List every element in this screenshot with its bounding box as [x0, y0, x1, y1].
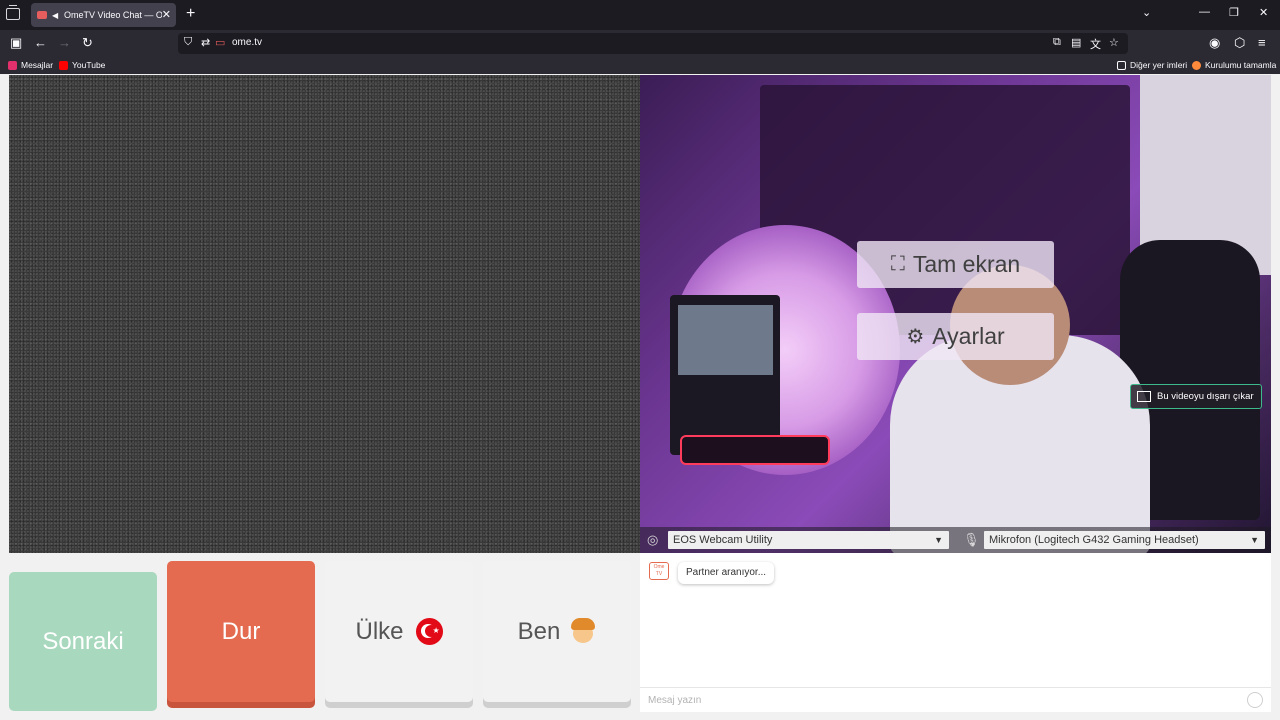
chevron-down-icon: ▼	[1250, 535, 1259, 545]
popout-video-button[interactable]: Bu videoyu dışarı çıkar	[1130, 384, 1262, 409]
youtube-icon	[59, 60, 68, 70]
close-window-icon[interactable]: ✕	[1259, 6, 1268, 19]
complete-setup[interactable]: Kurulumu tamamla	[1192, 60, 1276, 70]
extensions-icon[interactable]: ⬡	[1234, 35, 1245, 51]
boy-avatar-icon	[570, 617, 596, 646]
chevron-down-icon[interactable]: ⌄	[1142, 6, 1151, 19]
url-text: ome.tv	[232, 37, 263, 48]
camera-select[interactable]: EOS Webcam Utility ▼	[668, 531, 949, 549]
gear-icon: ⚙	[906, 326, 925, 348]
partner-video	[9, 75, 640, 553]
reload-icon[interactable]: ↻	[82, 35, 93, 51]
bookmark-label: YouTube	[72, 60, 106, 70]
menu-icon[interactable]: ≡	[1258, 35, 1266, 50]
country-label: Ülke	[355, 617, 404, 645]
bookmark-label: Diğer yer imleri	[1130, 60, 1188, 70]
webcam-icon: ◎	[647, 532, 659, 547]
status-message: Partner aranıyor...	[678, 562, 775, 584]
tab-title: OmeTV Video Chat — Ome	[64, 10, 162, 20]
microphone-select[interactable]: Mikrofon (Logitech G432 Gaming Headset) …	[984, 531, 1265, 549]
bookmarks-bar: Mesajlar YouTube Diğer yer imleri Kurulu…	[0, 57, 1280, 74]
settings-label: Ayarlar	[932, 323, 1005, 349]
settings-button[interactable]: ⚙ Ayarlar	[857, 313, 1054, 360]
device-bar: ◎ EOS Webcam Utility ▼ 🎙 Mikrofon (Logit…	[640, 527, 1271, 553]
microphone-icon: 🎙	[963, 532, 980, 547]
fullscreen-icon: ⛶	[890, 253, 905, 275]
back-arrow-icon[interactable]: ←	[34, 35, 47, 50]
sidebar-icon[interactable]: ▣	[10, 35, 22, 51]
mic-device-label: Mikrofon (Logitech G432 Gaming Headset)	[989, 534, 1199, 546]
ometv-favicon-icon	[37, 11, 47, 19]
stop-button[interactable]: Dur	[167, 561, 315, 702]
popout-label: Bu videoyu dışarı çıkar	[1157, 391, 1254, 402]
other-bookmarks[interactable]: Diğer yer imleri	[1117, 60, 1187, 70]
minimize-icon[interactable]: —	[1199, 6, 1210, 18]
forward-arrow-icon[interactable]: →	[58, 35, 71, 50]
close-tab-icon[interactable]: ✕	[162, 8, 171, 21]
tab-list-icon[interactable]	[6, 5, 20, 20]
me-button[interactable]: Ben	[483, 561, 631, 702]
message-input[interactable]: Mesaj yazın	[640, 687, 1271, 712]
picture-in-picture-icon[interactable]: ⧉	[1053, 36, 1061, 49]
turkey-flag-icon: ★	[415, 618, 443, 645]
firefox-icon	[1192, 60, 1201, 70]
nav-bar: ▣ ← → ↻ ⛉ ⇄ ▭ ome.tv ⧉ ▤ 文 ☆ ◉ ⬡ ≡	[0, 30, 1280, 57]
next-label: Sonraki	[42, 627, 124, 655]
fullscreen-label: Tam ekran	[912, 251, 1021, 277]
popout-icon	[1137, 391, 1151, 402]
bookmark-mesajlar[interactable]: Mesajlar	[8, 60, 53, 70]
next-button[interactable]: Sonraki	[9, 572, 157, 711]
fullscreen-button[interactable]: ⛶ Tam ekran	[857, 241, 1054, 288]
bookmark-label: Kurulumu tamamla	[1205, 60, 1277, 70]
ometv-page: ⛶ Tam ekran ⚙ Ayarlar Bu videoyu dışarı …	[0, 74, 1280, 720]
new-tab-icon[interactable]: +	[186, 5, 195, 23]
ometv-logo: Ome TV	[649, 562, 669, 580]
bookmark-youtube[interactable]: YouTube	[59, 60, 105, 70]
country-button[interactable]: Ülke ★	[325, 561, 473, 702]
bookmark-label: Mesajlar	[21, 60, 54, 70]
instagram-icon	[8, 60, 17, 70]
restore-icon[interactable]: ❐	[1229, 6, 1239, 19]
keyboard	[680, 435, 830, 465]
camera-device-label: EOS Webcam Utility	[673, 534, 773, 546]
folder-icon	[1117, 60, 1126, 70]
chevron-down-icon: ▼	[934, 535, 943, 545]
screenshot-icon[interactable]: ▤	[1071, 36, 1081, 49]
permissions-icon[interactable]: ⇄	[201, 36, 210, 49]
bookmark-star-icon[interactable]: ☆	[1109, 36, 1119, 49]
account-icon[interactable]: ◉	[1209, 35, 1220, 51]
stop-label: Dur	[221, 617, 261, 645]
url-bar[interactable]: ⛉ ⇄ ▭ ome.tv ⧉ ▤ 文 ☆	[178, 33, 1128, 54]
translate-icon[interactable]: 文	[1090, 36, 1101, 52]
shield-icon[interactable]: ⛉	[184, 36, 192, 49]
chat-panel: Ome TV Partner aranıyor... Mesaj yazın	[640, 553, 1271, 712]
laptop	[670, 295, 780, 455]
me-label: Ben	[517, 617, 561, 645]
tab-bar: ◀ OmeTV Video Chat — Ome ✕ + ⌄ — ❐ ✕	[0, 0, 1280, 30]
mouse-cursor-icon	[660, 606, 665, 620]
camera-sharing-icon[interactable]: ▭	[215, 36, 225, 49]
speaker-icon[interactable]: ◀	[52, 11, 60, 20]
emoji-icon[interactable]	[1247, 692, 1263, 708]
active-tab[interactable]: ◀ OmeTV Video Chat — Ome ✕	[31, 3, 176, 27]
message-placeholder: Mesaj yazın	[648, 695, 702, 706]
